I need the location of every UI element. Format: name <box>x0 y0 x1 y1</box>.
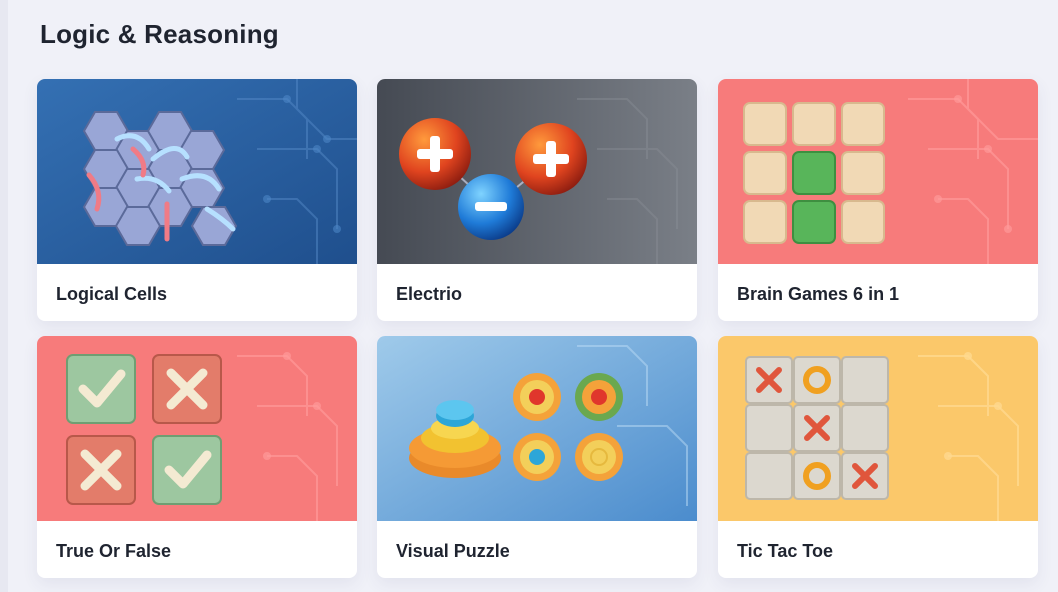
game-thumbnail <box>37 79 357 264</box>
game-thumbnail <box>37 336 357 521</box>
games-grid: Logical Cells Electrio Brain Games 6 in … <box>37 79 1038 578</box>
games-page: Logic & Reasoning Logical Cells Electrio… <box>0 0 1058 592</box>
game-thumbnail <box>377 336 697 521</box>
game-title: Visual Puzzle <box>396 541 510 561</box>
game-title: True Or False <box>56 541 172 561</box>
game-card-electrio[interactable]: Electrio <box>377 79 697 321</box>
game-thumbnail <box>718 336 1038 521</box>
section-title: Logic & Reasoning <box>40 19 279 49</box>
tile-grid-icon <box>718 79 1038 264</box>
game-title: Logical Cells <box>56 284 168 304</box>
game-card-true-or-false[interactable]: True Or False <box>37 336 357 578</box>
game-title: Brain Games 6 in 1 <box>737 284 900 304</box>
hexagon-cells-icon <box>37 79 357 264</box>
game-thumbnail <box>377 79 697 264</box>
game-thumbnail <box>718 79 1038 264</box>
game-title: Electrio <box>396 284 463 304</box>
ring-stack-icon <box>377 336 697 521</box>
check-cross-tiles-icon <box>37 336 357 521</box>
left-edge <box>0 0 8 592</box>
game-card-visual-puzzle[interactable]: Visual Puzzle <box>377 336 697 578</box>
game-card-tic-tac-toe[interactable]: Tic Tac Toe <box>718 336 1038 578</box>
game-card-logical-cells[interactable]: Logical Cells <box>37 79 357 321</box>
charged-particles-icon <box>377 79 697 264</box>
tic-tac-toe-board-icon <box>718 336 1038 521</box>
game-card-brain-games-6-in-1[interactable]: Brain Games 6 in 1 <box>718 79 1038 321</box>
game-title: Tic Tac Toe <box>737 541 834 561</box>
